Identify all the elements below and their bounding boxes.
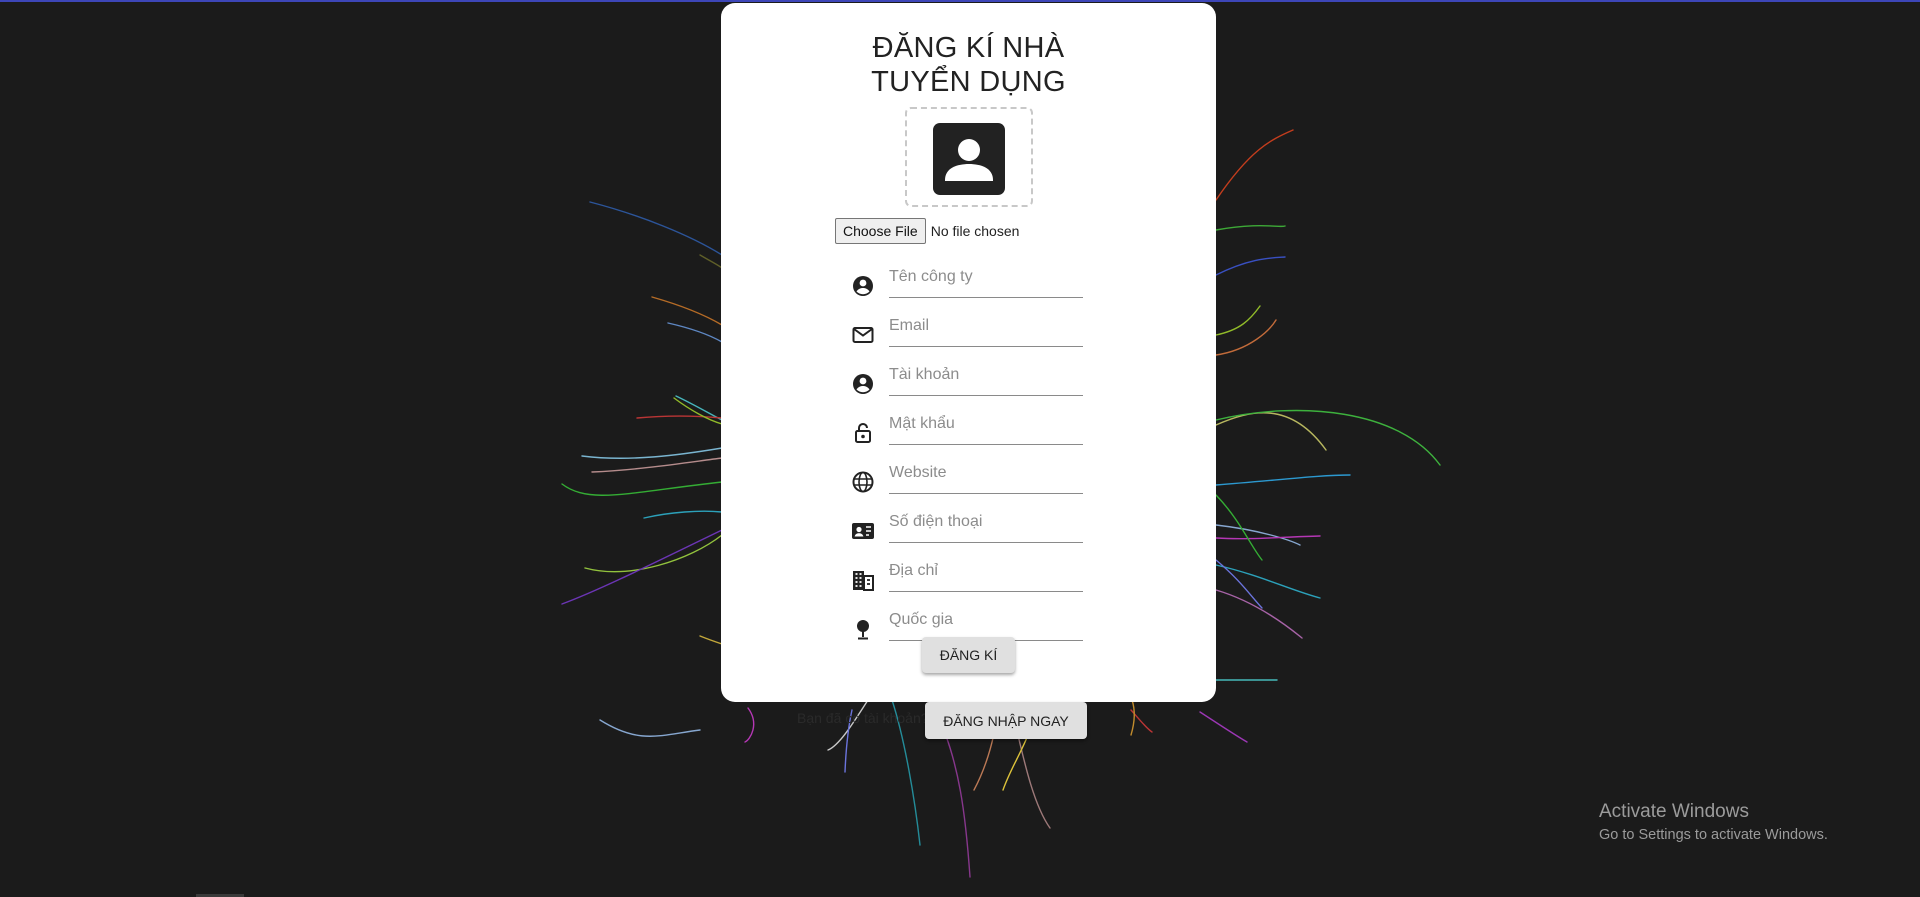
website-input[interactable] — [889, 459, 1083, 494]
company-name-field — [851, 263, 1083, 303]
email-input[interactable] — [889, 312, 1083, 347]
phone-input[interactable] — [889, 508, 1083, 543]
windows-activation-watermark: Activate Windows Go to Settings to activ… — [1599, 800, 1828, 844]
login-now-button[interactable]: ĐĂNG NHẬP NGAY — [925, 702, 1087, 739]
register-card: ĐĂNG KÍ NHÀ TUYỂN DỤNG Choose File No fi… — [721, 3, 1216, 702]
file-status: No file chosen — [930, 223, 1020, 239]
account-circle-icon — [851, 274, 875, 298]
globe-icon — [851, 470, 875, 494]
watermark-title: Activate Windows — [1599, 801, 1749, 822]
avatar-upload-area[interactable] — [905, 107, 1033, 207]
account-avatar-icon — [933, 123, 1005, 195]
account-circle-icon — [851, 372, 875, 396]
lock-icon — [851, 421, 875, 445]
email-field — [851, 312, 1083, 352]
location-pin-icon — [851, 617, 875, 641]
country-input[interactable] — [889, 606, 1083, 641]
mail-icon — [851, 323, 875, 347]
building-icon — [851, 568, 875, 592]
username-field — [851, 361, 1083, 401]
have-account-text: Bạn đã có tài khoản? — [797, 710, 929, 726]
address-input[interactable] — [889, 557, 1083, 592]
website-field — [851, 459, 1083, 499]
phone-field — [851, 508, 1083, 548]
title-line-1: ĐĂNG KÍ NHÀ — [872, 32, 1065, 64]
file-input[interactable]: Choose File No file chosen — [835, 217, 1019, 245]
title-line-2: TUYỂN DỤNG — [871, 66, 1066, 98]
username-input[interactable] — [889, 361, 1083, 396]
address-field — [851, 557, 1083, 597]
register-button[interactable]: ĐĂNG KÍ — [922, 637, 1015, 673]
page-title: ĐĂNG KÍ NHÀ TUYỂN DỤNG — [721, 31, 1216, 99]
company-name-input[interactable] — [889, 263, 1083, 298]
contact-card-icon — [851, 519, 875, 543]
choose-file-button[interactable]: Choose File — [835, 218, 926, 244]
watermark-subtitle: Go to Settings to activate Windows. — [1599, 827, 1828, 843]
password-input[interactable] — [889, 410, 1083, 445]
password-field — [851, 410, 1083, 450]
